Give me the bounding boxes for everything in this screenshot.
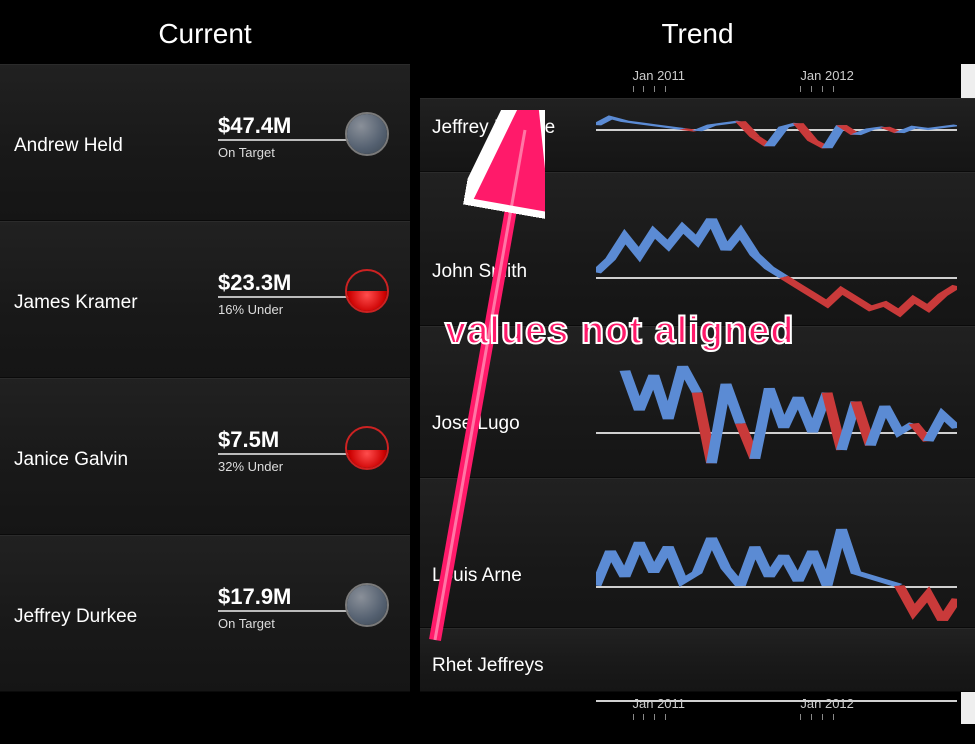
value-bar: [218, 139, 364, 141]
trend-axis-top: Jan 2011 Jan 2012: [596, 64, 961, 98]
status-orb-icon: [345, 269, 389, 313]
current-row[interactable]: Andrew Held $47.4M On Target: [0, 64, 410, 221]
value-bar: [218, 453, 364, 455]
trend-row[interactable]: Jose Lugo: [420, 326, 975, 478]
current-row[interactable]: Jeffrey Durkee $17.9M On Target: [0, 535, 410, 692]
trend-row[interactable]: Louis Arne: [420, 478, 975, 628]
current-value: $17.9M: [218, 584, 291, 610]
person-name: Jose Lugo: [432, 413, 520, 435]
trend-axis-bottom: Jan 2011 Jan 2012: [596, 692, 961, 726]
value-bar: [218, 610, 364, 612]
value-bar: [218, 296, 364, 298]
trend-row[interactable]: Jeffrey Durkee: [420, 98, 975, 172]
person-name: James Kramer: [14, 292, 138, 314]
status-text: 16% Under: [218, 302, 283, 317]
trend-panel: Trend Jan 2011 Jan 2012 Jeffrey Durkee Joh…: [420, 0, 975, 724]
axis-label: Jan 2012: [800, 68, 854, 83]
current-panel: Current Andrew Held $47.4M On Target James …: [0, 0, 410, 684]
axis-label: Jan 2011: [633, 696, 686, 711]
current-value: $7.5M: [218, 427, 279, 453]
trend-row[interactable]: Rhet Jeffreys: [420, 628, 975, 692]
status-text: On Target: [218, 145, 275, 160]
current-row[interactable]: Janice Galvin $7.5M 32% Under: [0, 378, 410, 535]
status-text: On Target: [218, 616, 275, 631]
person-name: Jeffrey Durkee: [432, 117, 555, 139]
axis-label: Jan 2012: [800, 696, 854, 711]
person-name: Rhet Jeffreys: [432, 655, 544, 677]
current-value: $47.4M: [218, 113, 291, 139]
status-orb-icon: [345, 583, 389, 627]
person-name: John Smith: [432, 261, 527, 283]
trend-sparkline: [596, 105, 957, 165]
axis-label: Jan 2011: [633, 68, 686, 83]
trend-sparkline: [596, 635, 957, 685]
person-name: Louis Arne: [432, 565, 522, 587]
person-name: Janice Galvin: [14, 449, 128, 471]
trend-title: Trend: [420, 0, 975, 64]
trend-row[interactable]: John Smith: [420, 172, 975, 326]
status-text: 32% Under: [218, 459, 283, 474]
status-orb-icon: [345, 426, 389, 470]
status-orb-icon: [345, 112, 389, 156]
person-name: Andrew Held: [14, 135, 123, 157]
current-row[interactable]: James Kramer $23.3M 16% Under: [0, 221, 410, 378]
person-name: Jeffrey Durkee: [14, 606, 137, 628]
current-value: $23.3M: [218, 270, 291, 296]
trend-sparkline: [596, 485, 957, 621]
current-title: Current: [0, 0, 410, 64]
trend-sparkline: [596, 179, 957, 319]
trend-sparkline: [596, 333, 957, 471]
